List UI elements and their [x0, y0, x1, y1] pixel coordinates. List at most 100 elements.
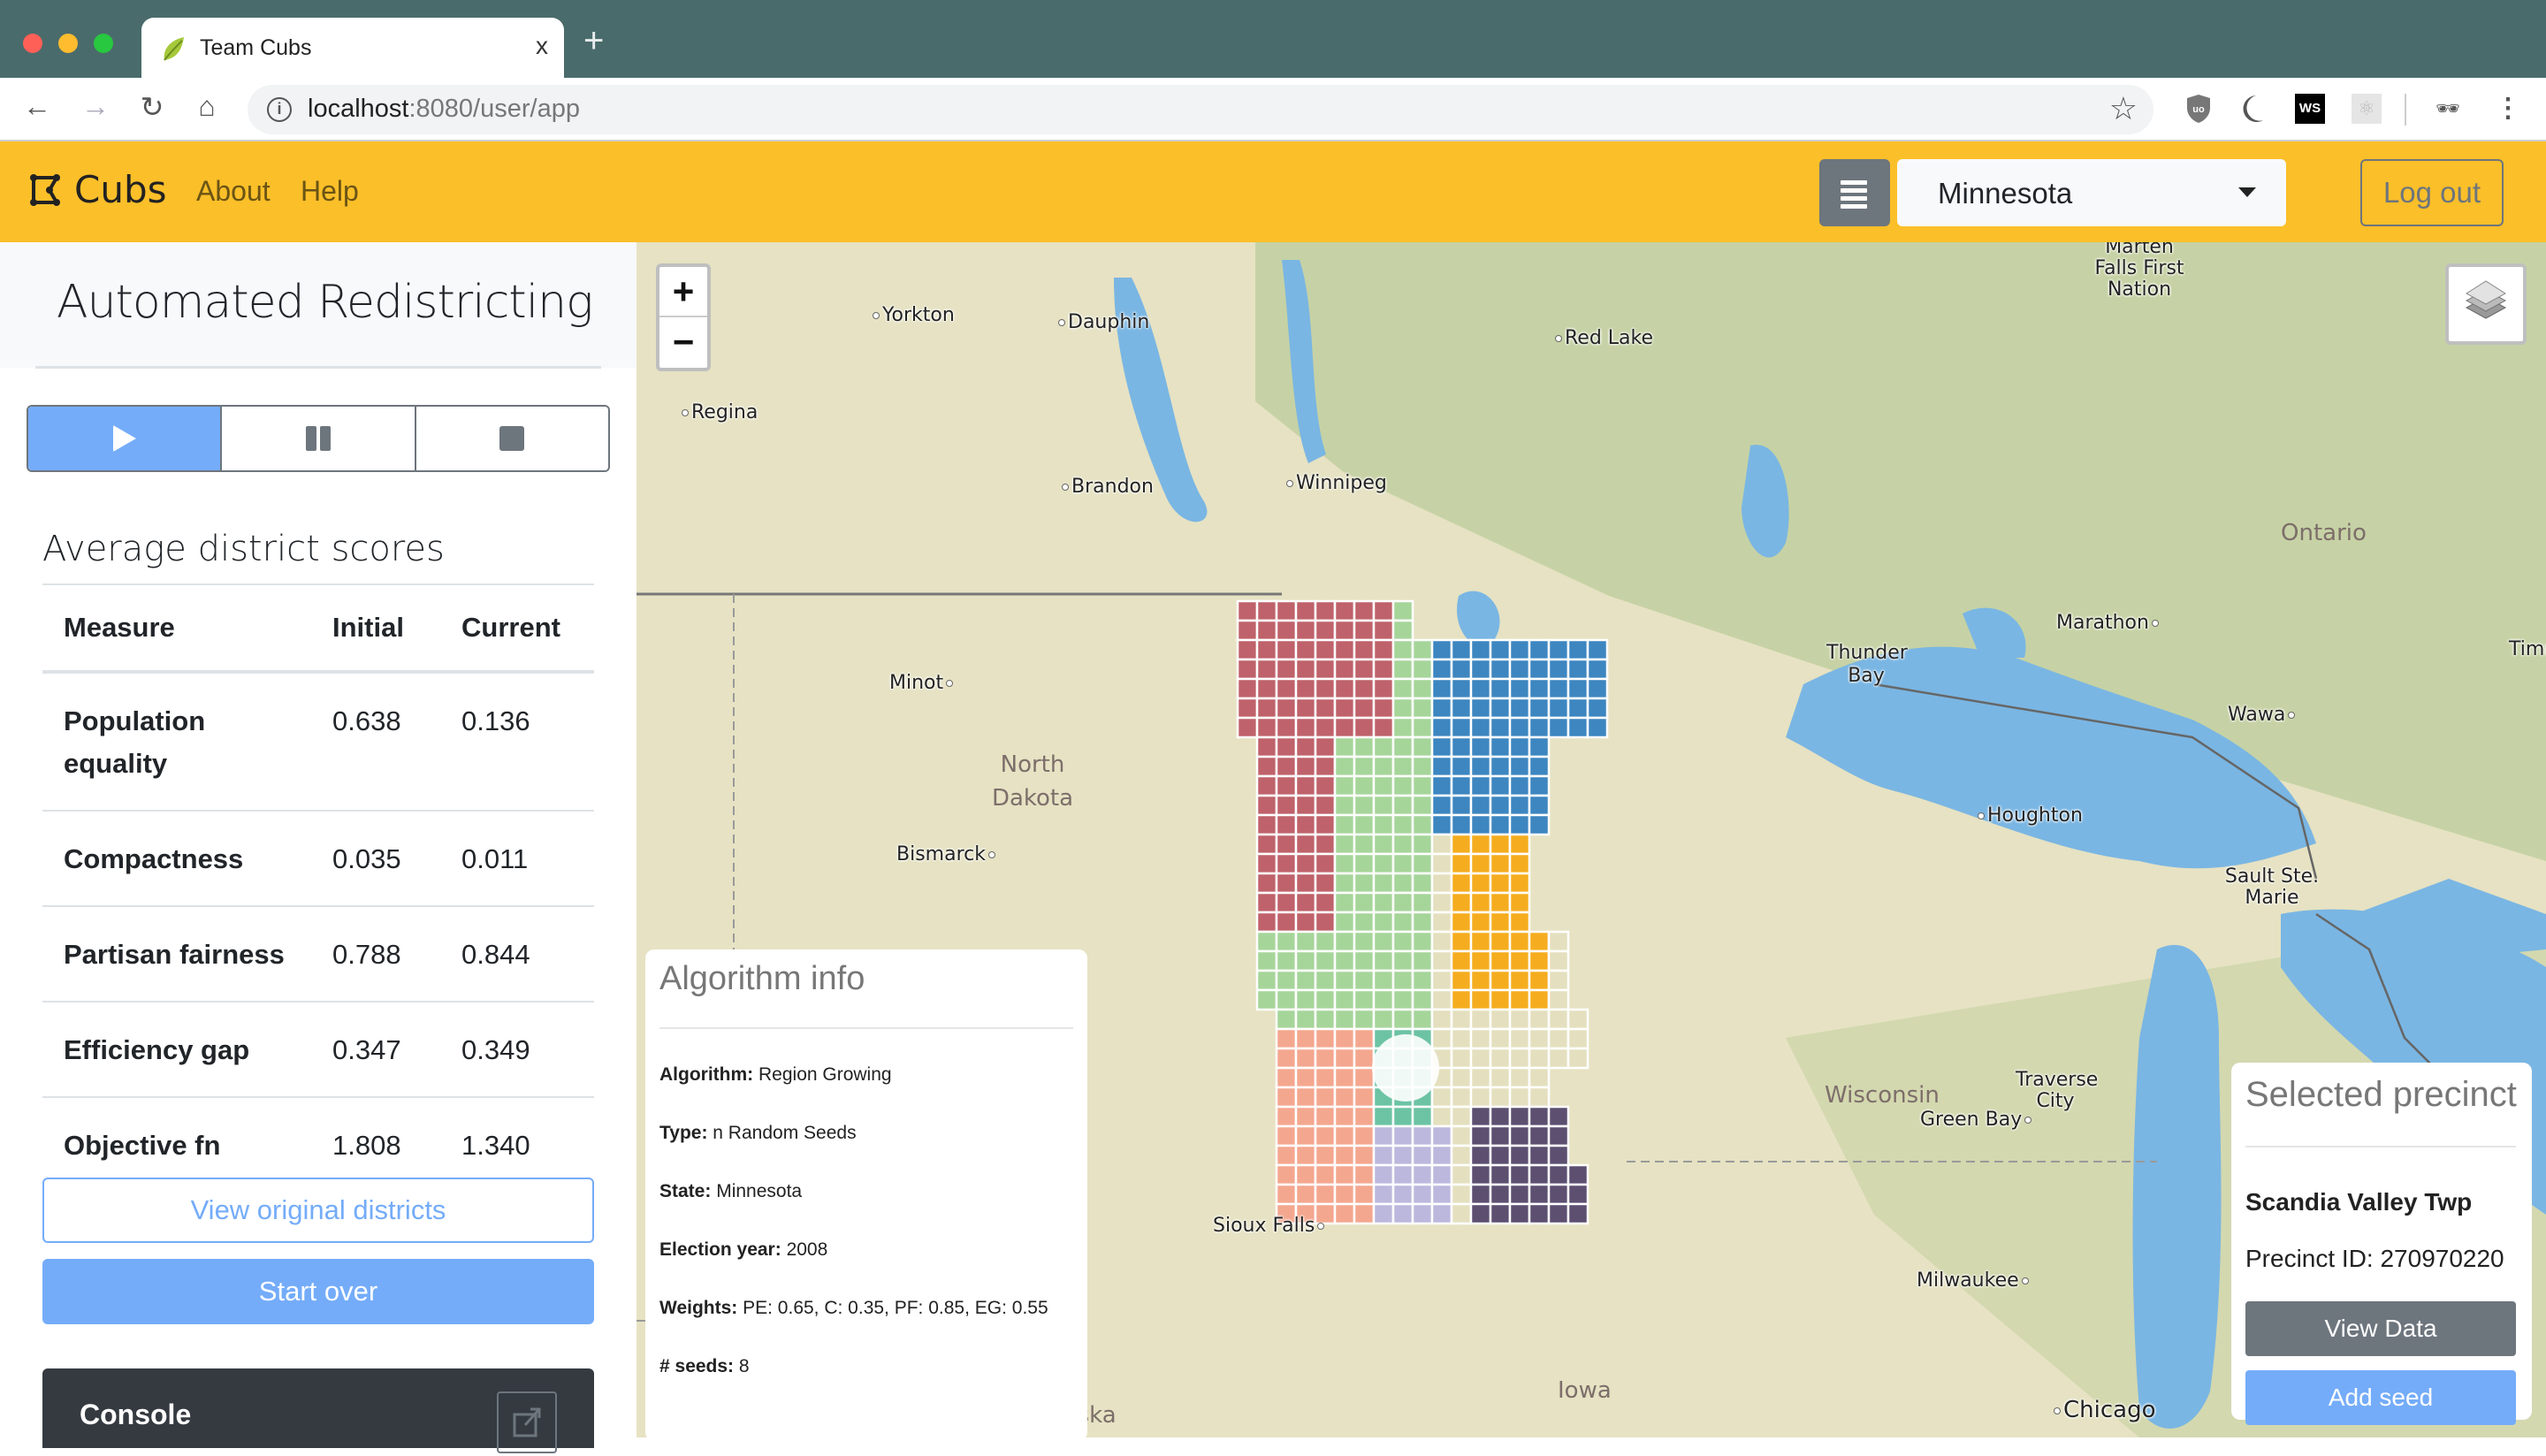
precinct[interactable] — [1450, 1027, 1473, 1050]
precinct[interactable] — [1294, 949, 1317, 972]
precinct[interactable] — [1430, 716, 1453, 739]
precinct[interactable] — [1508, 891, 1531, 914]
precinct[interactable] — [1372, 891, 1395, 914]
precinct[interactable] — [1489, 1047, 1512, 1070]
precinct[interactable] — [1275, 1008, 1298, 1031]
precinct[interactable] — [1469, 852, 1492, 875]
precinct[interactable] — [1372, 716, 1395, 739]
precinct[interactable] — [1469, 1027, 1492, 1050]
precinct[interactable] — [1255, 736, 1278, 758]
precinct[interactable] — [1391, 716, 1414, 739]
precinct[interactable] — [1508, 755, 1531, 778]
precinct[interactable] — [1353, 911, 1376, 934]
precinct[interactable] — [1411, 716, 1434, 739]
precinct[interactable] — [1508, 1163, 1531, 1186]
precinct[interactable] — [1353, 1144, 1376, 1167]
home-icon[interactable]: ⌂ — [189, 90, 225, 123]
precinct[interactable] — [1489, 736, 1512, 758]
precinct[interactable] — [1547, 1202, 1570, 1225]
precinct[interactable] — [1353, 599, 1376, 622]
precinct[interactable] — [1547, 1008, 1570, 1031]
dark-mode-moon-icon[interactable] — [2237, 94, 2267, 124]
precinct[interactable] — [1372, 1163, 1395, 1186]
precinct[interactable] — [1450, 813, 1473, 836]
precinct[interactable] — [1411, 697, 1434, 720]
precinct[interactable] — [1353, 1163, 1376, 1186]
precinct[interactable] — [1353, 949, 1376, 972]
precinct[interactable] — [1450, 638, 1473, 661]
console-popout-button[interactable] — [497, 1391, 557, 1453]
precinct[interactable] — [1314, 697, 1337, 720]
precinct[interactable] — [1391, 911, 1414, 934]
precinct[interactable] — [1314, 969, 1337, 992]
precinct[interactable] — [1450, 930, 1473, 953]
precinct[interactable] — [1391, 891, 1414, 914]
precinct[interactable] — [1275, 1105, 1298, 1128]
precinct[interactable] — [1430, 1163, 1453, 1186]
precinct[interactable] — [1275, 599, 1298, 622]
precinct[interactable] — [1372, 794, 1395, 817]
precinct[interactable] — [1391, 813, 1414, 836]
precinct[interactable] — [1489, 755, 1512, 778]
precinct[interactable] — [1275, 619, 1298, 642]
view-original-districts-button[interactable]: View original districts — [42, 1178, 594, 1243]
precinct[interactable] — [1411, 677, 1434, 700]
precinct[interactable] — [1275, 930, 1298, 953]
precinct[interactable] — [1528, 716, 1551, 739]
precinct[interactable] — [1333, 969, 1356, 992]
precinct[interactable] — [1294, 599, 1317, 622]
precinct[interactable] — [1508, 697, 1531, 720]
precinct[interactable] — [1528, 774, 1551, 797]
precinct[interactable] — [1294, 794, 1317, 817]
precinct[interactable] — [1508, 638, 1531, 661]
precinct[interactable] — [1314, 852, 1337, 875]
precinct[interactable] — [1314, 1027, 1337, 1050]
precinct[interactable] — [1430, 1008, 1453, 1031]
precinct[interactable] — [1411, 1124, 1434, 1147]
precinct[interactable] — [1391, 833, 1414, 856]
precinct[interactable] — [1236, 638, 1259, 661]
precinct[interactable] — [1528, 1202, 1551, 1225]
precinct[interactable] — [1450, 1066, 1473, 1089]
precinct[interactable] — [1528, 755, 1551, 778]
precinct[interactable] — [1294, 891, 1317, 914]
precinct[interactable] — [1528, 1047, 1551, 1070]
precinct[interactable] — [1547, 949, 1570, 972]
precinct[interactable] — [1333, 1066, 1356, 1089]
precinct[interactable] — [1489, 1183, 1512, 1206]
precinct[interactable] — [1469, 1144, 1492, 1167]
precinct[interactable] — [1391, 1105, 1414, 1128]
precinct[interactable] — [1275, 638, 1298, 661]
precinct[interactable] — [1294, 1105, 1317, 1128]
precinct[interactable] — [1372, 599, 1395, 622]
precinct[interactable] — [1411, 658, 1434, 681]
precinct[interactable] — [1489, 1008, 1512, 1031]
precinct[interactable] — [1566, 1202, 1589, 1225]
precinct[interactable] — [1391, 677, 1414, 700]
zoom-in-button[interactable]: + — [659, 267, 707, 317]
precinct[interactable] — [1391, 1183, 1414, 1206]
precinct[interactable] — [1508, 1105, 1531, 1128]
precinct[interactable] — [1566, 1008, 1589, 1031]
precinct[interactable] — [1430, 988, 1453, 1011]
precinct[interactable] — [1469, 813, 1492, 836]
precinct[interactable] — [1333, 619, 1356, 642]
precinct[interactable] — [1255, 638, 1278, 661]
precinct[interactable] — [1294, 1144, 1317, 1167]
precinct[interactable] — [1353, 1008, 1376, 1031]
precinct[interactable] — [1314, 638, 1337, 661]
precinct[interactable] — [1547, 716, 1570, 739]
precinct[interactable] — [1508, 988, 1531, 1011]
precinct[interactable] — [1508, 949, 1531, 972]
precinct[interactable] — [1489, 949, 1512, 972]
nav-help-link[interactable]: Help — [301, 175, 359, 208]
precinct[interactable] — [1547, 1183, 1570, 1206]
ublock-shield-icon[interactable]: uo — [2184, 94, 2214, 124]
precinct[interactable] — [1469, 1124, 1492, 1147]
precinct[interactable] — [1430, 1086, 1453, 1109]
precinct[interactable] — [1333, 697, 1356, 720]
precinct[interactable] — [1275, 794, 1298, 817]
precinct[interactable] — [1489, 716, 1512, 739]
precinct[interactable] — [1314, 833, 1337, 856]
precinct[interactable] — [1450, 1008, 1473, 1031]
